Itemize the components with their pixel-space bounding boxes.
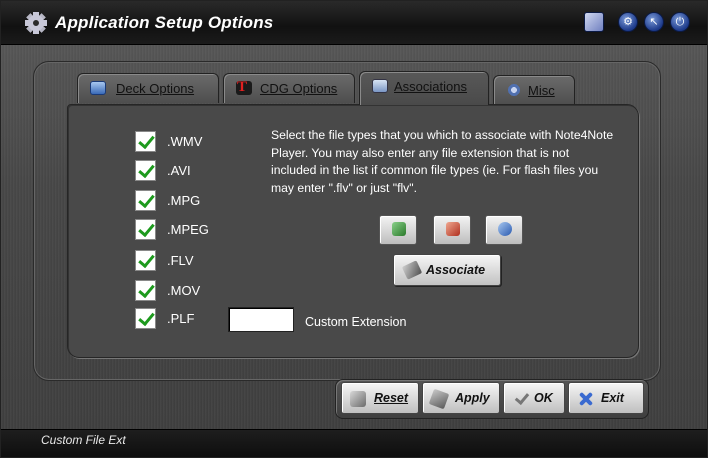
tab-label: Deck Options <box>116 81 195 96</box>
checkbox-flv[interactable] <box>135 250 156 271</box>
window-title: Application Setup Options <box>55 13 274 32</box>
tab-label: Associations <box>394 79 467 94</box>
checkbox-label: .MPG <box>167 193 201 208</box>
checkbox-label: .AVI <box>167 163 191 178</box>
associate-label: Associate <box>426 263 486 277</box>
tab-label: Misc <box>528 83 555 98</box>
checkbox-mpg[interactable] <box>135 190 156 211</box>
wrench-icon <box>401 260 423 280</box>
check-icon <box>514 391 530 407</box>
arrow-icon[interactable]: ↖ <box>644 12 664 32</box>
checkbox-label: .WMV <box>167 134 203 149</box>
setup-window: Application Setup Options ⚙ ↖ ⏻ Deck Opt… <box>0 0 708 458</box>
select-all-button[interactable] <box>379 215 417 245</box>
ok-button[interactable]: OK <box>503 382 565 414</box>
settings-gear-icon[interactable]: ⚙ <box>618 12 638 32</box>
clear-all-button[interactable] <box>433 215 471 245</box>
titlebar: Application Setup Options ⚙ ↖ ⏻ <box>1 1 707 45</box>
refresh-icon <box>498 222 512 236</box>
checkbox-wmv[interactable] <box>135 131 156 152</box>
reset-label: Reset <box>374 391 409 405</box>
exit-button[interactable]: Exit <box>568 382 644 414</box>
misc-icon <box>506 83 522 97</box>
checkbox-avi[interactable] <box>135 160 156 181</box>
checkbox-mov[interactable] <box>135 280 156 301</box>
add-icon <box>392 222 406 236</box>
checkbox-label: .PLF <box>167 311 195 326</box>
status-text: Custom File Ext <box>41 433 126 447</box>
refresh-button[interactable] <box>485 215 523 245</box>
remove-icon <box>446 222 460 236</box>
checkbox-label: .MPEG <box>167 222 209 237</box>
apply-label: Apply <box>455 391 490 405</box>
tab-deck-options[interactable]: Deck Options <box>77 73 219 103</box>
text-t-icon <box>236 79 252 96</box>
custom-extension-input[interactable] <box>228 307 294 332</box>
checkbox-label: .FLV <box>167 253 194 268</box>
reset-icon <box>350 391 366 407</box>
reset-button[interactable]: Reset <box>341 382 419 414</box>
exit-label: Exit <box>601 391 624 405</box>
checkbox-plf[interactable] <box>135 308 156 329</box>
custom-extension-label: Custom Extension <box>305 315 407 329</box>
tab-associations[interactable]: Associations <box>359 71 489 105</box>
monitor-icon <box>90 81 106 95</box>
gear-icon <box>25 12 47 34</box>
checkbox-label: .MOV <box>167 283 201 298</box>
pen-icon <box>428 388 450 410</box>
computer-icon <box>372 79 388 93</box>
association-description: Select the file types that you which to … <box>271 128 614 195</box>
tab-label: CDG Options <box>260 81 338 96</box>
close-icon <box>577 391 593 407</box>
edit-icon[interactable] <box>584 12 604 32</box>
apply-button[interactable]: Apply <box>422 382 500 414</box>
associate-button[interactable]: Associate <box>393 254 501 286</box>
checkbox-mpeg[interactable] <box>135 219 156 240</box>
tab-misc[interactable]: Misc <box>493 75 575 105</box>
ok-label: OK <box>534 391 553 405</box>
tab-cdg-options[interactable]: CDG Options <box>223 73 355 103</box>
power-icon[interactable]: ⏻ <box>670 12 690 32</box>
